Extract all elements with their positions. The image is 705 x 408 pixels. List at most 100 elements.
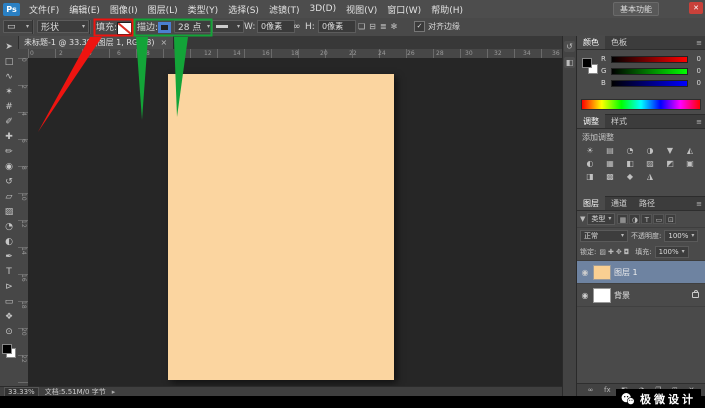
healing-brush-tool[interactable]: ✚ bbox=[0, 129, 18, 144]
stroke-type-dropdown[interactable]: ▾ bbox=[212, 20, 244, 33]
blur-tool[interactable]: ◔ bbox=[0, 219, 18, 234]
link-layers-icon[interactable]: ∞ bbox=[588, 386, 594, 394]
channel-value[interactable]: 0 bbox=[691, 79, 701, 87]
channel-slider[interactable] bbox=[611, 79, 688, 87]
adjustment-icon[interactable]: ◭ bbox=[682, 145, 698, 156]
adjustment-icon[interactable]: ◮ bbox=[642, 171, 658, 182]
adjustment-icon[interactable]: ◨ bbox=[582, 171, 598, 182]
marquee-tool[interactable]: □ bbox=[0, 54, 18, 69]
fill-opacity-dropdown[interactable]: 100% ▾ bbox=[654, 246, 689, 258]
channel-value[interactable]: 0 bbox=[691, 55, 701, 63]
filter-adjustment-layers-icon[interactable]: ◑ bbox=[629, 214, 641, 224]
height-input[interactable]: 0像素 bbox=[318, 20, 356, 33]
menu-item[interactable]: 窗口(W) bbox=[382, 3, 426, 16]
eyedropper-tool[interactable]: ✐ bbox=[0, 114, 18, 129]
adjustment-icon[interactable]: ☀ bbox=[582, 145, 598, 156]
menu-item[interactable]: 图层(L) bbox=[143, 3, 183, 16]
eraser-tool[interactable]: ▱ bbox=[0, 189, 18, 204]
clone-stamp-tool[interactable]: ◉ bbox=[0, 159, 18, 174]
adjustment-icon[interactable]: ▨ bbox=[642, 158, 658, 169]
canvas-viewport[interactable] bbox=[28, 58, 562, 386]
adjustment-icon[interactable]: ◆ bbox=[622, 171, 638, 182]
menu-item[interactable]: 视图(V) bbox=[341, 3, 382, 16]
stroke-width-dropdown[interactable]: 28 点 ▾ bbox=[174, 20, 214, 33]
layer-row[interactable]: ◉ 图层 1 bbox=[577, 261, 705, 284]
layer-style-icon[interactable]: fx bbox=[604, 386, 611, 394]
menu-item[interactable]: 帮助(H) bbox=[426, 3, 468, 16]
adjustment-icon[interactable]: ◔ bbox=[622, 145, 638, 156]
menu-item[interactable]: 选择(S) bbox=[223, 3, 264, 16]
adjustment-icon[interactable]: ▤ bbox=[602, 145, 618, 156]
document-tab[interactable]: 未标题-1 @ 33.3%(图层 1, RGB/8) × bbox=[18, 36, 175, 49]
zoom-level-field[interactable]: 33.33% bbox=[4, 386, 39, 397]
adjustment-icon[interactable]: ◑ bbox=[642, 145, 658, 156]
tab-adjustments[interactable]: 调整 bbox=[577, 114, 605, 128]
channel-value[interactable]: 0 bbox=[691, 67, 701, 75]
foreground-background-swatches[interactable] bbox=[2, 344, 16, 358]
close-window-button[interactable]: ✕ bbox=[689, 2, 703, 14]
quick-selection-tool[interactable]: ✶ bbox=[0, 84, 18, 99]
workspace-switcher[interactable]: 基本功能 bbox=[613, 2, 659, 16]
settings-gear-icon[interactable]: ✻ bbox=[391, 22, 398, 31]
stroke-swatch[interactable] bbox=[158, 22, 171, 33]
lock-all-icon[interactable]: ◘ bbox=[624, 248, 630, 256]
adjustment-icon[interactable]: ◐ bbox=[582, 158, 598, 169]
filter-type-layers-icon[interactable]: T bbox=[641, 214, 653, 224]
width-input[interactable]: 0像素 bbox=[257, 20, 295, 33]
menu-item[interactable]: 图像(I) bbox=[105, 3, 143, 16]
properties-panel-icon[interactable]: ◧ bbox=[564, 57, 575, 68]
filter-shape-layers-icon[interactable]: ▭ bbox=[653, 214, 665, 224]
type-tool[interactable]: T bbox=[0, 264, 18, 279]
tool-mode-dropdown[interactable]: 形状 ▾ bbox=[37, 20, 89, 33]
link-dimensions-icon[interactable]: ∞ bbox=[293, 20, 301, 33]
panel-menu-icon[interactable]: ≡ bbox=[696, 39, 702, 47]
menu-item[interactable]: 3D(D) bbox=[304, 4, 341, 14]
tool-preset-picker[interactable]: ▭ ▾ bbox=[3, 20, 33, 33]
gradient-tool[interactable]: ▨ bbox=[0, 204, 18, 219]
history-brush-tool[interactable]: ↺ bbox=[0, 174, 18, 189]
lock-pixels-icon[interactable]: ✚ bbox=[608, 248, 614, 256]
blend-mode-dropdown[interactable]: 正常 ▾ bbox=[580, 230, 628, 242]
fill-swatch[interactable] bbox=[117, 22, 132, 35]
filter-smart-objects-icon[interactable]: ⊡ bbox=[665, 214, 677, 224]
path-arrangement-icon[interactable]: ≣ bbox=[380, 22, 387, 31]
panel-menu-icon[interactable]: ≡ bbox=[696, 118, 702, 126]
document-canvas[interactable] bbox=[168, 74, 394, 380]
tab-channels[interactable]: 通道 bbox=[605, 196, 633, 210]
tab-color[interactable]: 颜色 bbox=[577, 35, 605, 49]
opacity-dropdown[interactable]: 100% ▾ bbox=[664, 230, 699, 242]
menu-item[interactable]: 类型(Y) bbox=[183, 3, 224, 16]
tab-styles[interactable]: 样式 bbox=[605, 114, 633, 128]
menu-item[interactable]: 滤镜(T) bbox=[264, 3, 305, 16]
brush-tool[interactable]: ✏ bbox=[0, 144, 18, 159]
layer-thumbnail[interactable] bbox=[593, 287, 611, 303]
color-spectrum-ramp[interactable] bbox=[581, 99, 701, 110]
layer-row[interactable]: ◉ 背景 bbox=[577, 284, 705, 307]
channel-slider[interactable] bbox=[611, 67, 688, 75]
lasso-tool[interactable]: ∿ bbox=[0, 69, 18, 84]
hand-tool[interactable]: ❖ bbox=[0, 309, 18, 324]
lock-position-icon[interactable]: ✥ bbox=[616, 248, 622, 256]
move-tool[interactable]: ➤ bbox=[0, 39, 18, 54]
shape-tool[interactable]: ▭ bbox=[0, 294, 18, 309]
close-tab-icon[interactable]: × bbox=[160, 38, 167, 47]
path-operations-icon[interactable]: ❏ bbox=[358, 22, 365, 31]
crop-tool[interactable]: # bbox=[0, 99, 18, 114]
menu-item[interactable]: 编辑(E) bbox=[64, 3, 105, 16]
lock-transparency-icon[interactable]: ▨ bbox=[599, 248, 606, 256]
adjustment-icon[interactable]: ◩ bbox=[662, 158, 678, 169]
tab-swatches[interactable]: 色板 bbox=[605, 35, 633, 49]
layer-thumbnail[interactable] bbox=[593, 264, 611, 280]
zoom-tool[interactable]: ⊙ bbox=[0, 324, 18, 339]
adjustment-icon[interactable]: ◧ bbox=[622, 158, 638, 169]
channel-slider[interactable] bbox=[611, 55, 688, 63]
align-edges-checkbox[interactable]: ✓ 对齐边缘 bbox=[414, 20, 460, 33]
adjustment-icon[interactable]: ▩ bbox=[602, 171, 618, 182]
visibility-eye-icon[interactable]: ◉ bbox=[580, 268, 590, 277]
filter-pixel-layers-icon[interactable]: ▦ bbox=[617, 214, 629, 224]
path-alignment-icon[interactable]: ⊟ bbox=[369, 22, 376, 31]
color-panel-fgbg-swatches[interactable] bbox=[582, 58, 598, 74]
adjustment-icon[interactable]: ▼ bbox=[662, 145, 678, 156]
tab-layers[interactable]: 图层 bbox=[577, 196, 605, 210]
panel-menu-icon[interactable]: ≡ bbox=[696, 200, 702, 208]
